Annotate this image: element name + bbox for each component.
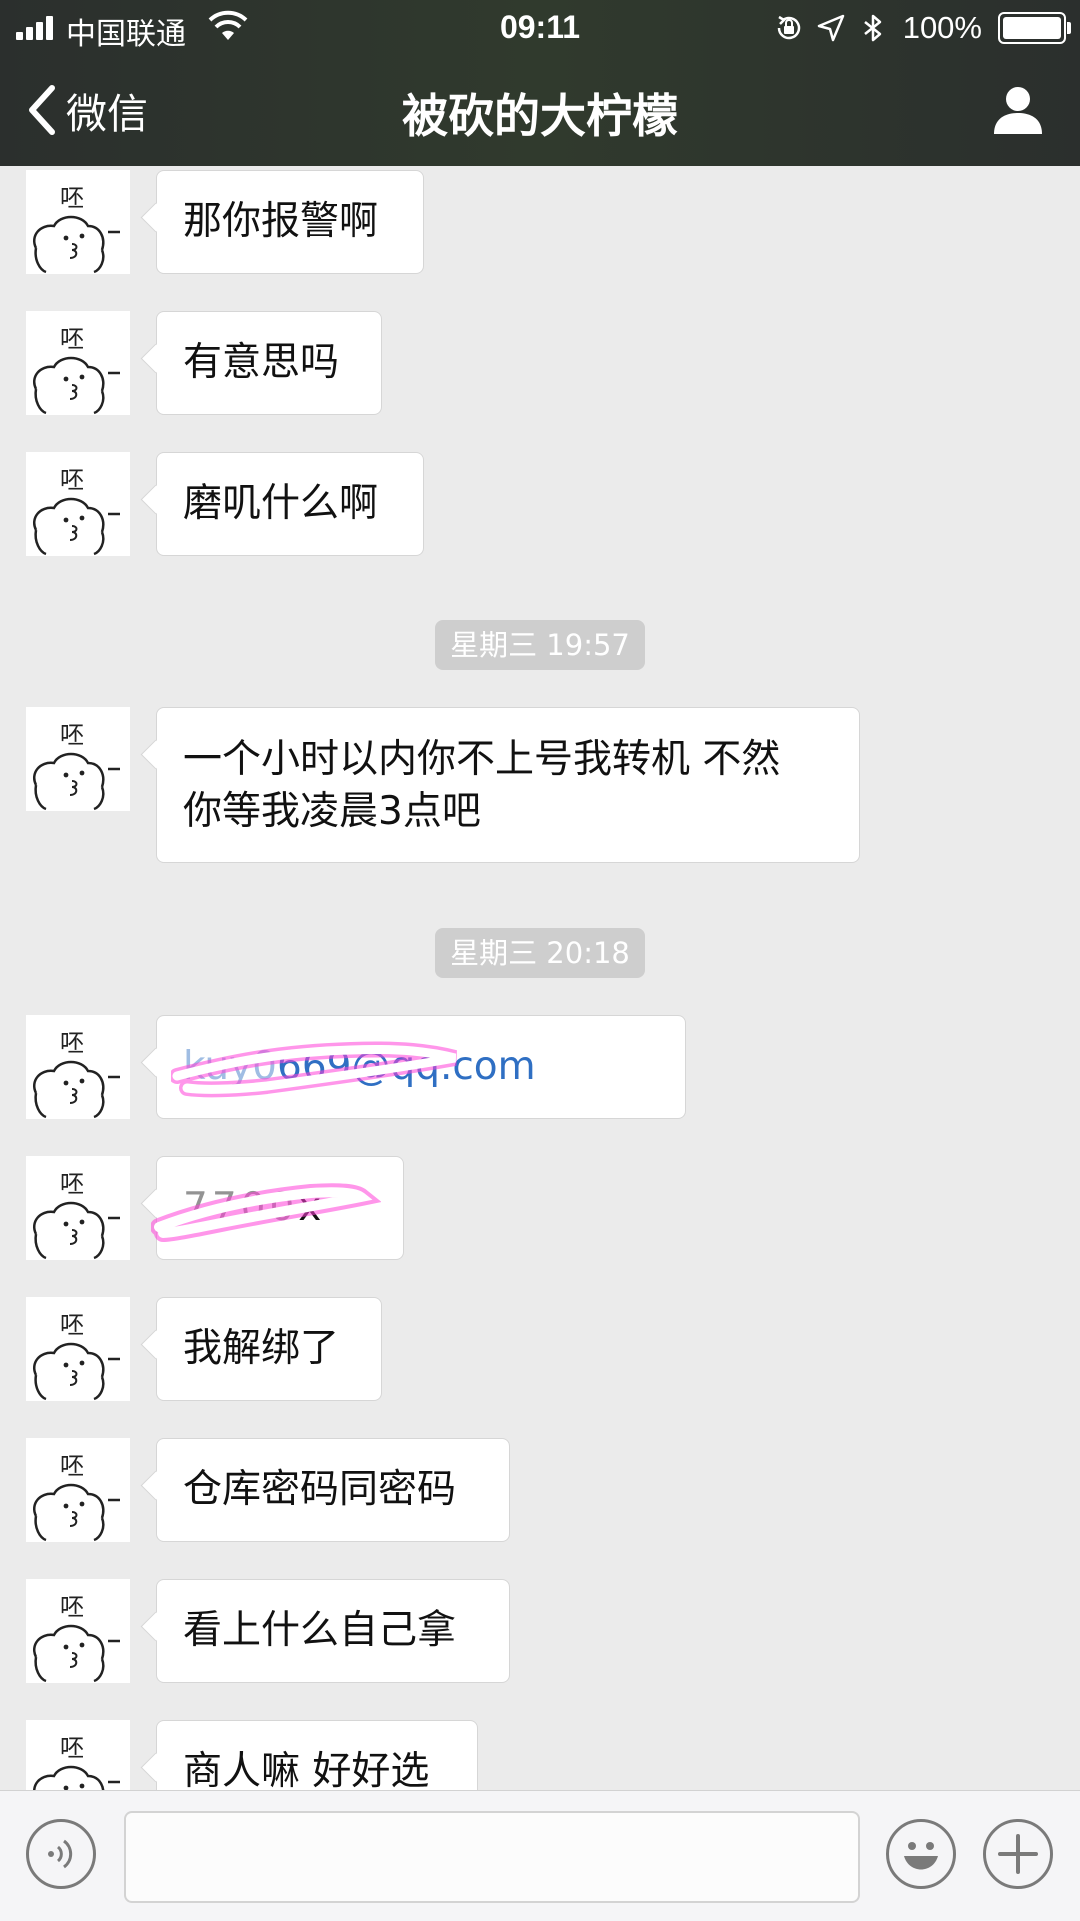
message-text: 看上什么自己拿 [183,1608,457,1653]
timestamp: 星期三 20:18 [0,928,1080,978]
chat-area[interactable]: 呸 那你报警啊 呸 有意思吗 呸 磨叽什么啊 星期三 19:57 呸 一个小时以… [0,166,1080,1790]
avatar-drawing: 呸 [33,325,120,415]
avatar-drawing: 呸 [33,1029,120,1119]
avatar-drawing: 呸 [33,1311,120,1401]
plus-button[interactable] [983,1819,1053,1889]
avatar-glyph: 呸 [60,1029,84,1057]
message-bubble[interactable]: 看上什么自己拿 [156,1579,510,1683]
email-link-text: 669@qq.com [277,1044,536,1089]
message-text: 有意思吗 [183,340,340,385]
message-input[interactable] [124,1811,860,1903]
avatar-glyph: 呸 [60,466,84,494]
avatar[interactable]: 呸 [26,311,130,415]
timestamp-label: 星期三 20:18 [435,928,645,978]
message-bubble[interactable]: 有意思吗 [156,311,382,415]
avatar[interactable]: 呸 [26,1015,130,1119]
battery-icon [998,12,1071,44]
avatar[interactable]: 呸 [26,170,130,274]
nav-bar: 微信 被砍的大柠檬 [0,54,1080,166]
avatar[interactable]: 呸 [26,452,130,556]
timestamp-label: 星期三 19:57 [435,620,645,670]
message-text: x [298,1185,322,1230]
redacted-text: kuy0 [183,1044,277,1089]
message-text: 仓库密码同密码 [183,1467,457,1512]
message-bubble[interactable]: 磨叽什么啊 [156,452,424,556]
input-bar [0,1790,1080,1921]
avatar-drawing: 呸 [33,1170,120,1260]
avatar[interactable]: 呸 [26,1438,130,1542]
timestamp: 星期三 19:57 [0,620,1080,670]
emoji-icon [904,1842,938,1870]
avatar[interactable]: 呸 [26,1297,130,1401]
avatar-drawing: 呸 [33,721,120,811]
avatar[interactable]: 呸 [26,1720,130,1790]
avatar-drawing: 呸 [33,1452,120,1542]
message-text: 我解绑了 [183,1326,340,1371]
avatar-glyph: 呸 [60,1311,84,1339]
avatar[interactable]: 呸 [26,707,130,811]
message-text: 磨叽什么啊 [183,481,379,526]
message-bubble[interactable]: kuy0669@qq.com [156,1015,686,1119]
message-bubble[interactable]: 仓库密码同密码 [156,1438,510,1542]
avatar-glyph: 呸 [60,1170,84,1198]
avatar-glyph: 呸 [60,1734,84,1762]
battery-percent: 100% [902,10,982,45]
avatar-glyph: 呸 [60,1452,84,1480]
status-bar: 中国联通 09:11 100% [0,0,1080,54]
message-bubble[interactable]: 我解绑了 [156,1297,382,1401]
avatar-glyph: 呸 [60,1593,84,1621]
message-bubble[interactable]: 一个小时以内你不上号我转机 不然 你等我凌晨3点吧 [156,707,860,863]
avatar-glyph: 呸 [60,325,84,353]
orientation-lock-icon [777,15,800,40]
bluetooth-icon [863,14,881,42]
message-text: 那你报警啊 [183,199,379,244]
chat-title: 被砍的大柠檬 [402,89,678,143]
voice-icon [48,1839,73,1869]
redacted-text: 7700 [183,1185,299,1230]
top-bar: 中国联通 09:11 100% 微信 被砍的大柠檬 [0,0,1080,166]
email-link[interactable]: kuy0669@qq.com [183,1041,536,1093]
avatar[interactable]: 呸 [26,1156,130,1260]
message-text: 商人嘛 好好选 [183,1749,430,1790]
avatar[interactable]: 呸 [26,1579,130,1683]
plus-icon [998,1834,1038,1874]
emoji-button[interactable] [886,1819,956,1889]
avatar-drawing: 呸 [33,466,120,556]
status-right: 100% [773,8,1071,48]
avatar-glyph: 呸 [60,721,84,749]
avatar-drawing: 呸 [33,1734,120,1790]
person-icon[interactable] [992,84,1044,136]
message-text-line: 你等我凌晨3点吧 [183,789,481,834]
avatar-drawing: 呸 [33,1593,120,1683]
avatar-glyph: 呸 [60,184,84,212]
message-bubble[interactable]: 商人嘛 好好选 [156,1720,478,1790]
message-bubble[interactable]: 那你报警啊 [156,170,424,274]
message-text-line: 一个小时以内你不上号我转机 不然 [183,737,781,782]
message-bubble[interactable]: 7700 x [151,1156,404,1260]
voice-button[interactable] [26,1819,96,1889]
location-icon [817,14,844,42]
avatar-drawing: 呸 [33,184,120,274]
